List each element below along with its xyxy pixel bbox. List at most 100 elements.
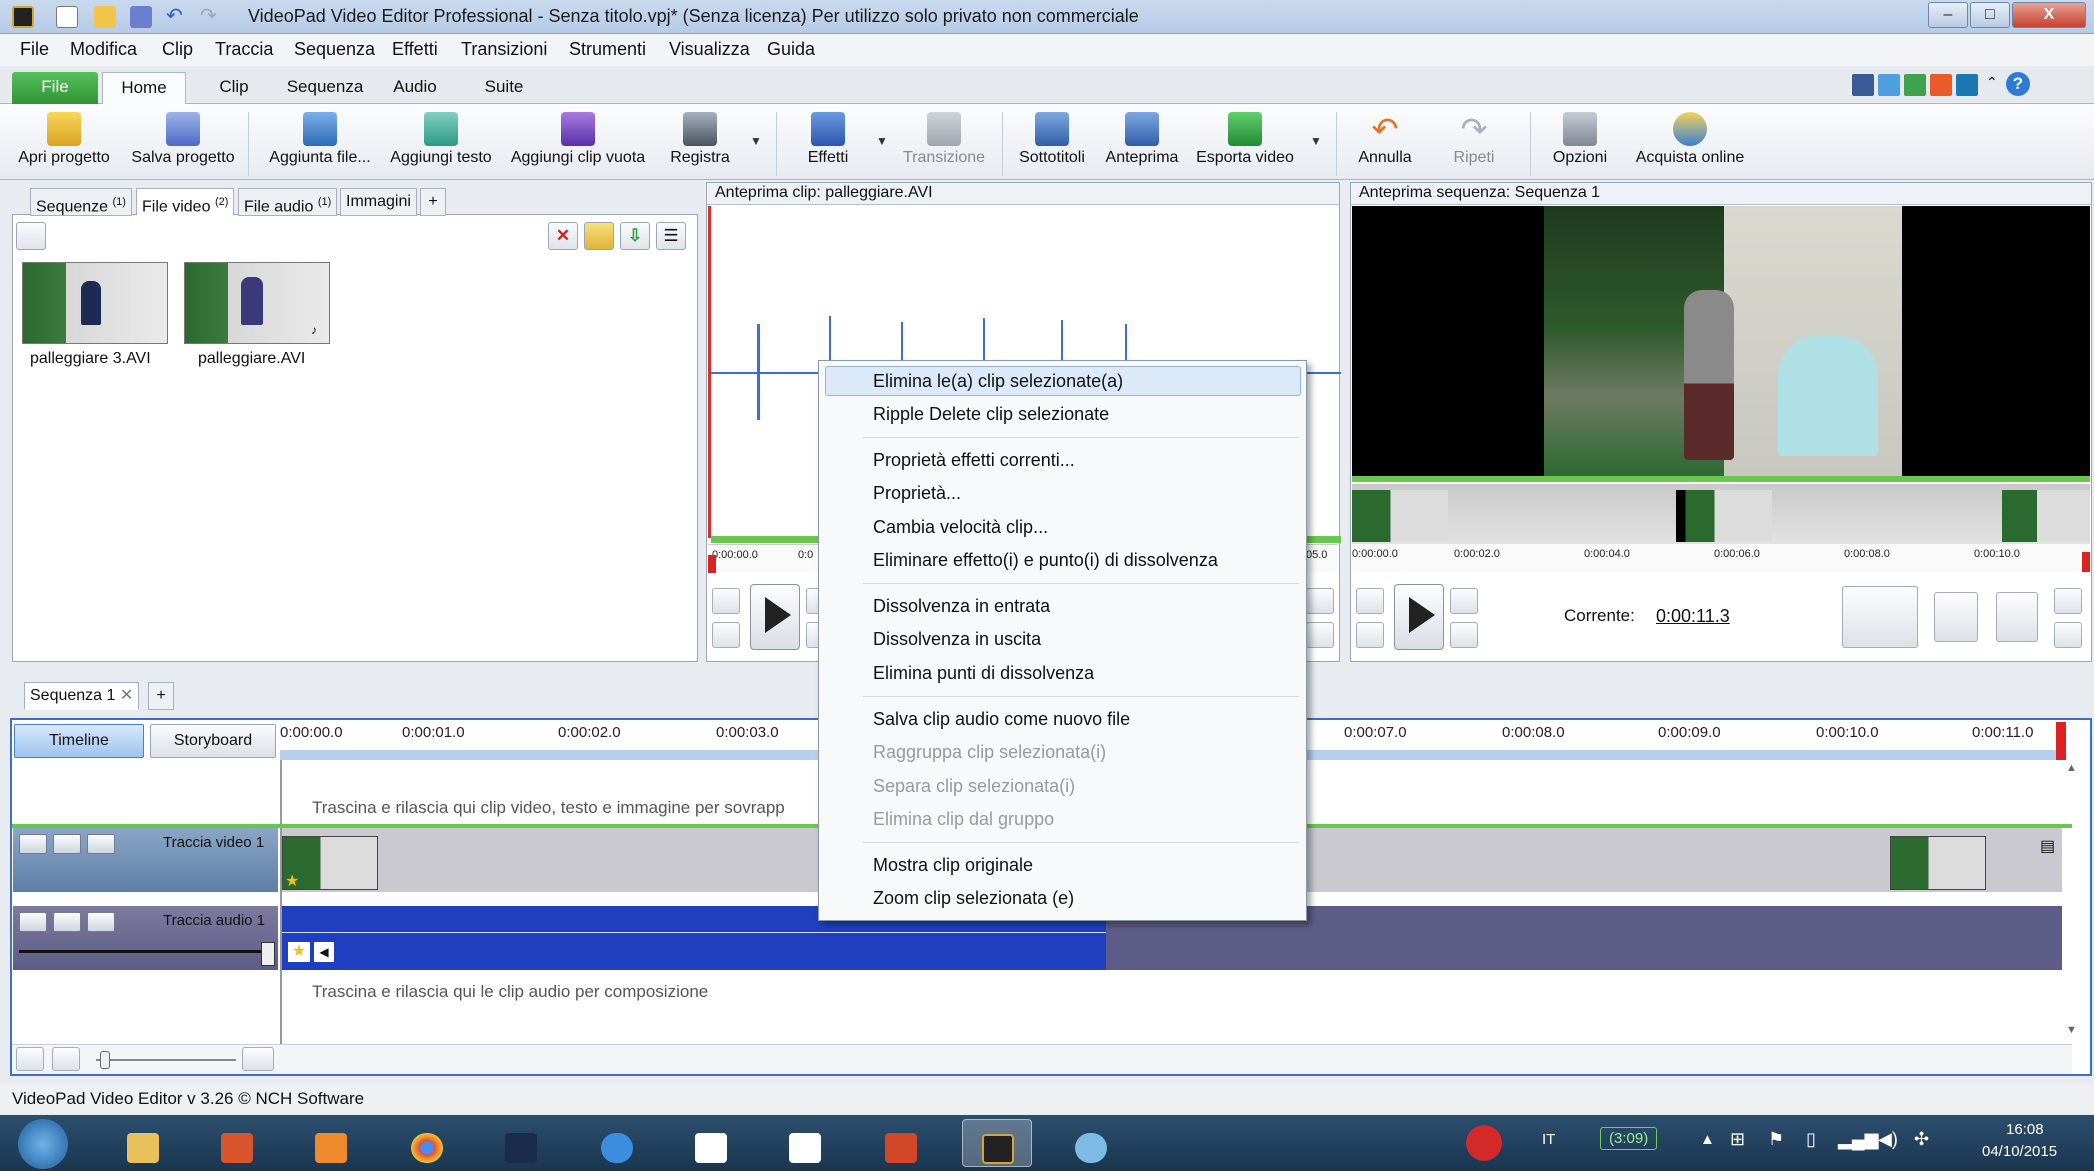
zoom-out-icon[interactable] bbox=[1306, 622, 1334, 648]
add-text-button[interactable]: Aggiungi testo bbox=[386, 108, 496, 178]
linkedin-icon[interactable] bbox=[1956, 74, 1978, 96]
video-clip[interactable] bbox=[1890, 836, 1986, 890]
open-folder-icon[interactable] bbox=[94, 6, 116, 28]
track-lock-icon[interactable] bbox=[53, 834, 81, 854]
clock-date[interactable]: 04/10/2015 bbox=[1982, 1143, 2057, 1160]
menu-item-properties[interactable]: Proprietà... bbox=[873, 483, 961, 504]
track-volume-slider[interactable] bbox=[19, 950, 269, 953]
bin-delete-icon[interactable]: ✕ bbox=[548, 222, 578, 250]
help-icon[interactable]: ? bbox=[2006, 72, 2030, 96]
volume-icon[interactable]: ◀) bbox=[1878, 1129, 1898, 1150]
storyboard-view-button[interactable]: Storyboard bbox=[150, 724, 276, 758]
menu-guida[interactable]: Guida bbox=[767, 39, 815, 60]
menu-sequenza[interactable]: Sequenza bbox=[294, 39, 375, 60]
zoom-fit-icon[interactable] bbox=[16, 1047, 44, 1071]
add-blank-clip-button[interactable]: Aggiungi clip vuota bbox=[506, 108, 650, 178]
menu-traccia[interactable]: Traccia bbox=[215, 39, 273, 60]
preview-button[interactable]: Anteprima bbox=[1098, 108, 1186, 178]
effects-star-icon[interactable]: ★ bbox=[285, 871, 299, 891]
sequence-progress-bar[interactable] bbox=[1352, 476, 2090, 482]
sequence-filmstrip[interactable] bbox=[1352, 484, 2090, 544]
split-scissors-icon[interactable] bbox=[1842, 586, 1918, 648]
menu-item-fade-in[interactable]: Dissolvenza in entrata bbox=[873, 596, 1050, 617]
zoom-in-icon[interactable] bbox=[242, 1047, 274, 1071]
battery-indicator[interactable]: (3:09) bbox=[1600, 1127, 1658, 1150]
go-to-start-icon[interactable] bbox=[712, 622, 740, 648]
menu-item-ripple-delete[interactable]: Ripple Delete clip selezionate bbox=[873, 404, 1109, 425]
taskbar-videopad[interactable] bbox=[962, 1119, 1032, 1167]
menu-item-fade-out[interactable]: Dissolvenza in uscita bbox=[873, 629, 1041, 650]
go-to-start-icon[interactable] bbox=[1356, 622, 1384, 648]
taskbar-app[interactable] bbox=[202, 1119, 272, 1167]
menu-item-delete-selected[interactable]: Elimina le(a) clip selezionate(a) bbox=[873, 371, 1123, 392]
zoom-in-icon[interactable] bbox=[2054, 588, 2082, 614]
add-file-button[interactable]: Aggiunta file... bbox=[262, 108, 378, 178]
transition-button[interactable]: Transizione bbox=[898, 108, 990, 178]
sequence-ruler[interactable]: 0:00:00.0 0:00:02.0 0:00:04.0 0:00:06.0 … bbox=[1352, 544, 2090, 572]
menu-item-remove-fade-points[interactable]: Elimina punti di dissolvenza bbox=[873, 663, 1094, 684]
menu-item-show-original-clip[interactable]: Mostra clip originale bbox=[873, 855, 1033, 876]
bin-new-folder-icon[interactable] bbox=[584, 222, 614, 250]
track-collapse-icon[interactable] bbox=[87, 912, 115, 932]
track-lock-icon[interactable] bbox=[53, 912, 81, 932]
new-file-icon[interactable] bbox=[56, 6, 78, 28]
taskbar-paint[interactable] bbox=[1056, 1119, 1126, 1167]
tab-suite[interactable]: Suite bbox=[474, 72, 534, 104]
bin-add-icon[interactable] bbox=[16, 222, 46, 250]
current-time-value[interactable]: 0:00:11.3 bbox=[1656, 606, 1730, 627]
maximize-button[interactable]: □ bbox=[1970, 2, 2010, 28]
tray-office-icon[interactable] bbox=[1466, 1125, 1502, 1161]
record-dropdown-icon[interactable]: ▼ bbox=[750, 134, 762, 148]
scroll-up-icon[interactable]: ▲ bbox=[2066, 762, 2077, 774]
menu-strumenti[interactable]: Strumenti bbox=[569, 39, 646, 60]
tab-sequenza[interactable]: Sequenza bbox=[280, 72, 370, 104]
video-thumbnail[interactable]: ♪ bbox=[184, 262, 330, 344]
video-clip[interactable]: ★ bbox=[282, 836, 378, 890]
menu-item-effect-properties[interactable]: Proprietà effetti correnti... bbox=[873, 450, 1075, 471]
menu-item-zoom-selected-clip[interactable]: Zoom clip selezionata (e) bbox=[873, 888, 1074, 909]
zoom-out-icon[interactable] bbox=[52, 1047, 80, 1071]
redo-button[interactable]: ↷ Ripeti bbox=[1444, 108, 1504, 178]
minimize-button[interactable]: – bbox=[1928, 2, 1968, 28]
step-back-icon[interactable] bbox=[712, 588, 740, 614]
volume-slider-handle[interactable] bbox=[261, 942, 275, 966]
tab-file[interactable]: File bbox=[12, 72, 98, 104]
playhead-marker[interactable] bbox=[2082, 552, 2090, 572]
step-forward-icon[interactable] bbox=[1450, 588, 1478, 614]
tray-windows-icon[interactable]: ⊞ bbox=[1730, 1129, 1745, 1150]
close-tab-icon[interactable]: ✕ bbox=[120, 687, 133, 704]
export-video-button[interactable]: Esporta video bbox=[1192, 108, 1298, 178]
export-dropdown-icon[interactable]: ▼ bbox=[1310, 134, 1322, 148]
bin-move-down-icon[interactable]: ⇩ bbox=[620, 222, 650, 250]
action-center-flag-icon[interactable]: ⚑ bbox=[1768, 1129, 1784, 1150]
effects-star-icon[interactable]: ★ bbox=[288, 942, 310, 962]
track-menu-icon[interactable]: ▤ bbox=[2040, 836, 2055, 856]
menu-item-remove-effects-fades[interactable]: Eliminare effetto(i) e punto(i) di disso… bbox=[873, 550, 1218, 571]
start-button[interactable] bbox=[18, 1119, 68, 1169]
tab-file-audio[interactable]: File audio (1) bbox=[238, 188, 338, 216]
tab-audio[interactable]: Audio bbox=[384, 72, 446, 104]
battery-icon[interactable]: ▯ bbox=[1806, 1129, 1816, 1150]
zoom-out-icon[interactable] bbox=[2054, 622, 2082, 648]
tray-expand-icon[interactable]: ▲ bbox=[1700, 1131, 1715, 1148]
timeline-view-button[interactable]: Timeline bbox=[14, 724, 144, 758]
save-project-button[interactable]: Salva progetto bbox=[126, 108, 240, 178]
in-marker[interactable] bbox=[708, 555, 716, 573]
tab-sequenze[interactable]: Sequenze (1) bbox=[30, 188, 132, 216]
effects-button[interactable]: Effetti bbox=[790, 108, 866, 178]
google-plus-icon[interactable] bbox=[1904, 74, 1926, 96]
audio-speaker-icon[interactable]: ◀ bbox=[314, 942, 334, 962]
language-indicator[interactable]: IT bbox=[1542, 1131, 1555, 1148]
zoom-slider[interactable] bbox=[96, 1059, 236, 1061]
facebook-icon[interactable] bbox=[1852, 74, 1874, 96]
zoom-in-icon[interactable] bbox=[1306, 588, 1334, 614]
save-icon[interactable] bbox=[130, 6, 152, 28]
record-button[interactable]: Registra bbox=[664, 108, 736, 178]
network-signal-icon[interactable]: ▂▄▆ bbox=[1838, 1129, 1878, 1150]
effects-dropdown-icon[interactable]: ▼ bbox=[876, 134, 888, 148]
collapse-ribbon-icon[interactable]: ⌃ bbox=[1986, 74, 1998, 91]
menu-modifica[interactable]: Modifica bbox=[70, 39, 137, 60]
taskbar-app[interactable] bbox=[486, 1119, 556, 1167]
undo-button[interactable]: ↶ Annulla bbox=[1350, 108, 1420, 178]
taskbar-powerpoint[interactable] bbox=[866, 1119, 936, 1167]
